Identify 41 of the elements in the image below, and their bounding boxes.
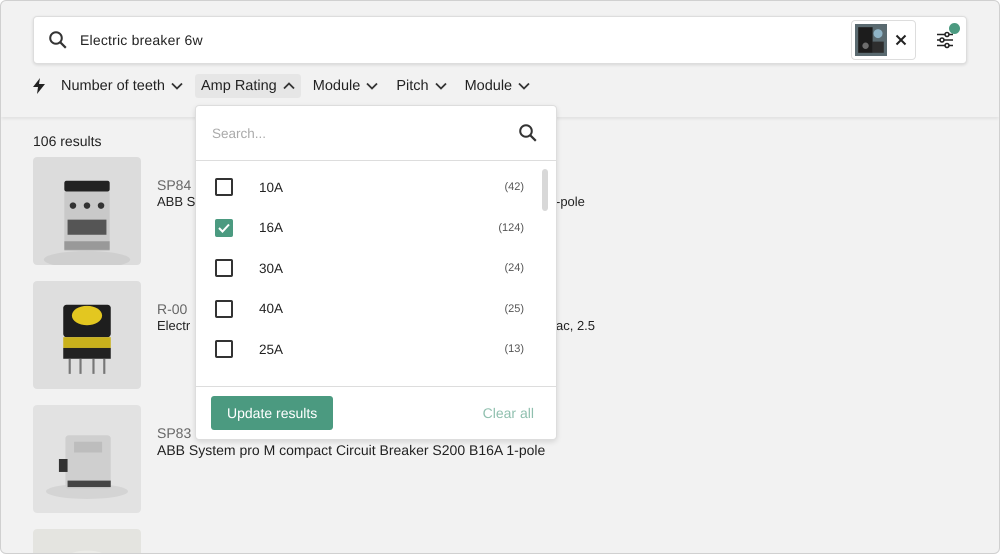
results-count: 106 results — [33, 133, 102, 149]
chevron-down-icon — [170, 82, 183, 90]
search-icon — [518, 123, 538, 143]
chevron-down-icon — [434, 82, 447, 90]
option-label[interactable]: 40A — [259, 301, 504, 316]
filter-dropdown[interactable]: Module — [458, 74, 536, 98]
product-title[interactable]: ac, 2.5 — [556, 318, 596, 333]
filter-dropdown[interactable]: Amp Rating — [194, 74, 301, 98]
option-count: (25) — [504, 302, 524, 315]
lightning-icon — [33, 78, 45, 94]
product-title[interactable]: ABB System pro M compact Circuit Breaker S200 B16A 1-pole — [157, 442, 546, 458]
search-icon — [48, 30, 68, 50]
option-label[interactable]: 30A — [259, 260, 504, 276]
filter-dropdown[interactable]: Pitch — [390, 74, 453, 98]
scrollbar[interactable] — [542, 169, 548, 211]
product-title[interactable]: Electr — [157, 318, 190, 333]
chevron-up-icon — [282, 82, 295, 90]
option-count: (124) — [498, 222, 524, 234]
product-code: SP84 — [157, 177, 192, 193]
filter-dropdown[interactable]: Module — [306, 74, 384, 98]
checkbox[interactable] — [215, 300, 233, 318]
filter-dropdown[interactable]: Number of teeth — [55, 74, 189, 98]
option-count: (24) — [504, 262, 524, 274]
option-label[interactable]: 16A — [259, 220, 498, 236]
option-label[interactable]: 10A — [259, 180, 504, 195]
chevron-down-icon — [518, 82, 530, 90]
option-count: (42) — [504, 181, 524, 194]
product-title[interactable]: -pole — [556, 194, 585, 209]
checkbox[interactable] — [215, 340, 233, 358]
product-code: SP83 — [157, 425, 192, 441]
checkbox[interactable] — [215, 178, 233, 196]
option-count: (13) — [504, 343, 524, 356]
option-label[interactable]: 25A — [259, 342, 504, 357]
check-icon — [218, 222, 230, 233]
filter-icon[interactable] — [936, 31, 954, 49]
chevron-down-icon — [366, 82, 378, 90]
product-title[interactable]: ABB S — [157, 194, 196, 209]
checkbox[interactable] — [215, 218, 233, 237]
close-icon[interactable] — [895, 34, 907, 46]
product-code: R-00 — [157, 301, 188, 317]
checkbox[interactable] — [215, 259, 233, 278]
